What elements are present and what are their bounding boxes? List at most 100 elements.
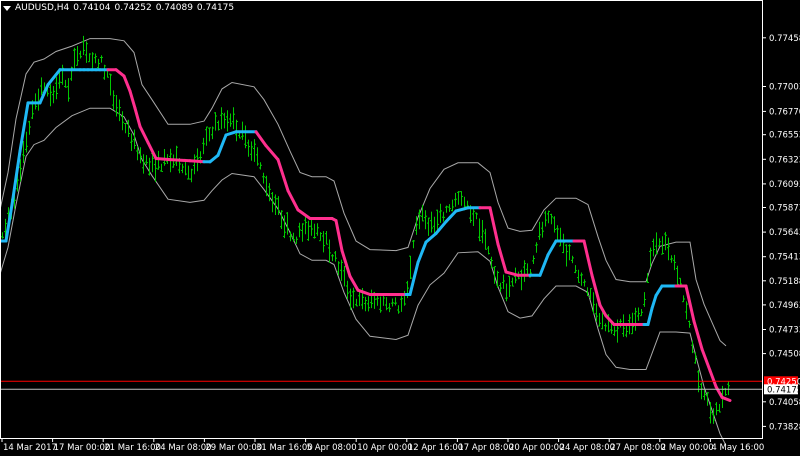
price-axis-label: 0.75643 bbox=[769, 228, 800, 238]
price-chart[interactable]: 0.77458 0.77003 0.76770 0.76553 0.76323 0.760… bbox=[0, 0, 800, 456]
price-bar bbox=[565, 244, 568, 267]
price-bar bbox=[604, 323, 607, 332]
price-bar bbox=[211, 126, 214, 140]
price-bar bbox=[175, 145, 178, 166]
price-axis-label: 0.75873 bbox=[769, 204, 800, 214]
price-bar bbox=[205, 126, 208, 146]
price-bar bbox=[574, 265, 577, 274]
price-bar bbox=[388, 303, 391, 313]
ma-segment-up bbox=[650, 294, 658, 310]
time-axis-label: 17 Apr 08:00 bbox=[458, 443, 513, 453]
time-axis-label: 24 Apr 08:00 bbox=[560, 443, 615, 453]
symbol-timeframe: AUDUSD,H4 bbox=[15, 3, 70, 13]
price-bar bbox=[319, 232, 322, 242]
time-axis-label: 31 Mar 16:00 bbox=[256, 443, 313, 453]
price-bar bbox=[247, 139, 250, 157]
price-bar bbox=[82, 35, 85, 55]
price-bar bbox=[100, 55, 103, 63]
ohlc-close: 0.74175 bbox=[196, 3, 235, 13]
ma-segment-down bbox=[188, 159, 206, 164]
price-bar bbox=[88, 53, 91, 63]
price-bar bbox=[562, 233, 565, 254]
ma-segment-up bbox=[538, 253, 550, 277]
price-bar bbox=[457, 191, 460, 205]
price-bar bbox=[307, 220, 310, 241]
price-bar bbox=[1, 232, 4, 239]
ma-segment-down bbox=[504, 270, 520, 277]
price-bar bbox=[487, 246, 490, 255]
price-bar bbox=[49, 84, 52, 107]
price-bar bbox=[121, 111, 124, 131]
price-bar bbox=[700, 382, 703, 400]
price-bar bbox=[577, 269, 580, 283]
price-bar bbox=[520, 269, 523, 291]
price-axis-label: 0.75188 bbox=[769, 277, 800, 287]
price-bar bbox=[217, 120, 220, 131]
price-bar bbox=[364, 296, 367, 312]
price-bar bbox=[316, 223, 319, 236]
chart-header: AUDUSD,H4 0.74104 0.74252 0.74089 0.7417… bbox=[3, 2, 238, 14]
ma-segment-up bbox=[224, 130, 238, 137]
price-bar bbox=[103, 64, 106, 80]
envelope-lower-line bbox=[0, 107, 727, 446]
price-bar bbox=[58, 72, 61, 89]
price-bar bbox=[553, 216, 556, 233]
price-bar bbox=[559, 227, 562, 247]
ma-segment-down bbox=[582, 239, 594, 277]
price-bar bbox=[295, 236, 298, 244]
price-bar bbox=[145, 155, 148, 165]
price-bar bbox=[163, 149, 166, 166]
price-bar bbox=[61, 64, 64, 85]
price-bar bbox=[637, 307, 640, 321]
plot-frame bbox=[0, 0, 763, 439]
price-bar bbox=[97, 58, 100, 70]
price-bar bbox=[433, 216, 436, 234]
price-bar bbox=[379, 296, 382, 313]
price-bar bbox=[580, 272, 583, 286]
price-bar bbox=[451, 199, 454, 212]
chart-window[interactable]: 0.77458 0.77003 0.76770 0.76553 0.76323 0.760… bbox=[0, 0, 800, 456]
price-bar bbox=[454, 192, 457, 207]
price-bar bbox=[265, 175, 268, 197]
price-bar bbox=[589, 288, 592, 300]
chart-menu-arrow-icon[interactable] bbox=[3, 6, 11, 11]
price-bar bbox=[334, 251, 337, 262]
price-bar bbox=[214, 112, 217, 131]
ask-price-tag-label: 0.74175 bbox=[767, 385, 800, 395]
price-bar bbox=[370, 289, 373, 309]
price-bar bbox=[556, 225, 559, 240]
price-bar bbox=[367, 296, 370, 312]
price-bar bbox=[430, 211, 433, 233]
price-bar bbox=[601, 312, 604, 330]
price-bar bbox=[349, 288, 352, 310]
price-bar bbox=[496, 270, 499, 288]
price-axis-label: 0.74508 bbox=[769, 350, 800, 360]
price-bar bbox=[181, 163, 184, 174]
price-axis-label: 0.76553 bbox=[769, 131, 800, 141]
time-axis-label: 21 Mar 16:00 bbox=[104, 443, 161, 453]
price-bar bbox=[229, 113, 232, 127]
price-bar bbox=[343, 265, 346, 287]
price-bar bbox=[40, 77, 43, 96]
price-bar bbox=[526, 263, 529, 275]
price-bar bbox=[511, 277, 514, 287]
price-bar bbox=[187, 165, 190, 180]
price-bar bbox=[505, 283, 508, 302]
ma-segment-down bbox=[264, 144, 280, 162]
price-bar bbox=[109, 73, 112, 96]
ma-segment-up bbox=[416, 240, 428, 264]
price-bar bbox=[436, 209, 439, 231]
time-axis-label: 17 Mar 00:00 bbox=[54, 443, 111, 453]
price-bar bbox=[256, 147, 259, 166]
price-bar bbox=[64, 79, 67, 88]
ma-segment-up bbox=[10, 149, 22, 207]
price-bar bbox=[679, 277, 682, 286]
price-bar bbox=[592, 292, 595, 314]
price-bar bbox=[670, 255, 673, 263]
price-bar bbox=[709, 402, 712, 424]
price-bar bbox=[409, 255, 412, 279]
ma-segment-up bbox=[424, 232, 438, 244]
price-bar bbox=[310, 218, 313, 236]
price-bar bbox=[220, 107, 223, 130]
price-axis-label: 0.73828 bbox=[769, 422, 800, 432]
